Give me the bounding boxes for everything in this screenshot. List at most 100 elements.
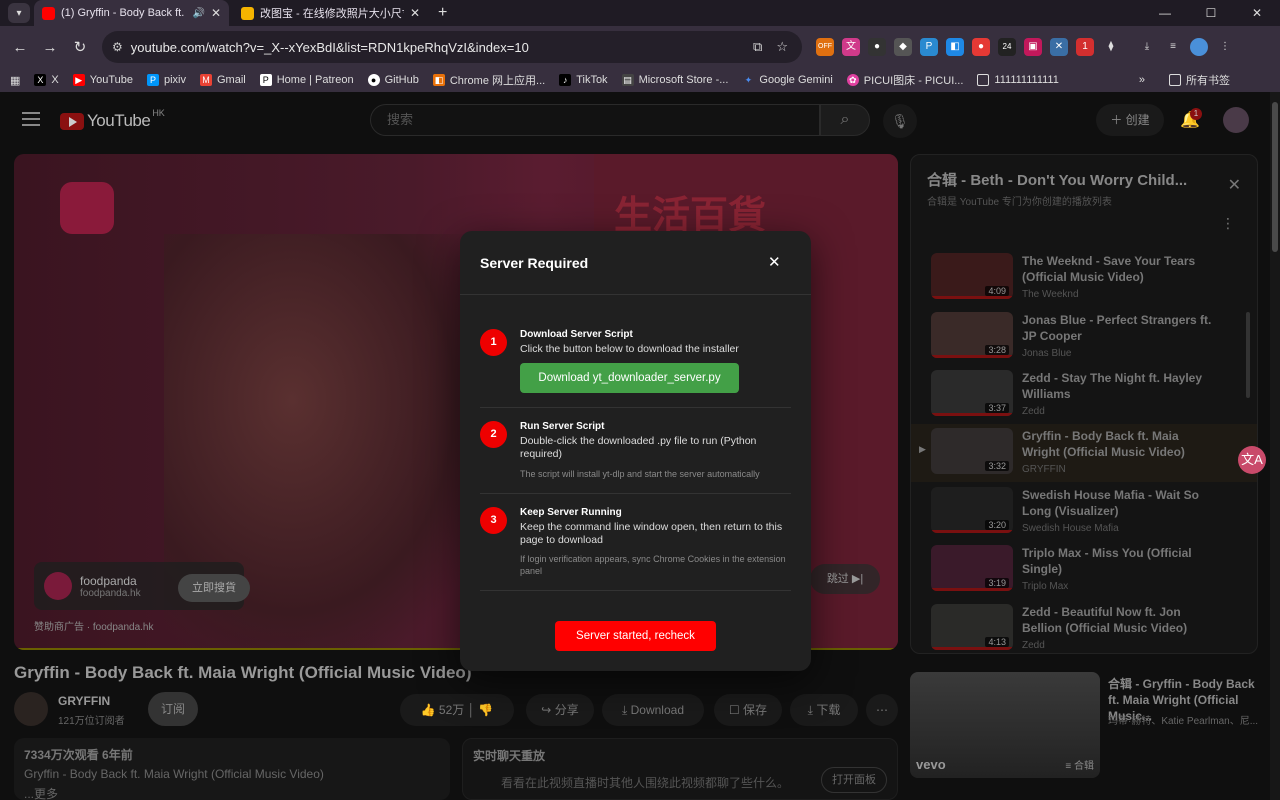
menu-dots-icon[interactable]: ⋮ <box>1216 38 1234 56</box>
maximize-icon[interactable]: ☐ <box>1188 0 1234 26</box>
notification-badge: 1 <box>1190 108 1202 120</box>
save-button[interactable]: ☐ 保存 <box>714 694 782 726</box>
back-arrow-icon[interactable]: ← <box>5 39 35 56</box>
recheck-server-button[interactable]: Server started, recheck <box>555 621 716 651</box>
playlist-item[interactable]: 4:13 Zedd - Beautiful Now ft. Jon Bellio… <box>911 600 1257 653</box>
site-info-icon[interactable]: ⚙ <box>112 40 123 54</box>
download-icon[interactable]: ⤓ <box>1138 38 1156 56</box>
bookmark-github[interactable]: ● GitHub <box>367 74 419 86</box>
search-input[interactable]: 搜索 <box>370 104 820 136</box>
extensions-puzzle-icon[interactable]: ⧫ <box>1102 38 1120 56</box>
channel-avatar[interactable] <box>14 692 48 726</box>
mix-badge: ≡ 合辑 <box>1065 761 1094 772</box>
speaker-icon[interactable]: 🔊 <box>192 8 204 19</box>
ext-ninja-icon[interactable]: ● <box>868 38 886 56</box>
bookmark-pixiv[interactable]: Ppixiv <box>146 74 186 86</box>
youtube-play-icon <box>60 112 84 130</box>
playlist-item[interactable]: 3:28 Jonas Blue - Perfect Strangers ft. … <box>911 308 1257 366</box>
bookmark-tiktok[interactable]: ♪ TikTok <box>559 74 608 86</box>
subscribe-button[interactable]: 订阅 <box>148 692 198 726</box>
tab-close-icon[interactable]: ✕ <box>211 6 221 20</box>
playlist-scrollbar[interactable] <box>1246 312 1250 398</box>
ext-record-icon[interactable]: ● <box>972 38 990 56</box>
address-bar[interactable]: ⚙ youtube.com/watch?v=_X--xYexBdI&list=R… <box>102 31 802 63</box>
ext-blue-icon[interactable]: ◧ <box>946 38 964 56</box>
forward-arrow-icon[interactable]: → <box>35 39 65 56</box>
tab-search-button[interactable]: ▾ <box>8 3 30 23</box>
ext-grid-icon[interactable]: ✕ <box>1050 38 1068 56</box>
ext-red-icon[interactable]: 1 <box>1076 38 1094 56</box>
step-number: 2 <box>480 421 507 448</box>
bookmark-x[interactable]: XX <box>34 74 59 86</box>
more-actions-icon[interactable]: ⋯ <box>866 694 898 726</box>
download-ext-button[interactable]: ⤓ Download <box>602 694 704 726</box>
tab-close-icon[interactable]: ✕ <box>410 6 420 20</box>
playlist-item-current[interactable]: ▶ 3:32 Gryffin - Body Back ft. Maia Wrig… <box>911 424 1257 482</box>
close-window-icon[interactable]: ✕ <box>1234 0 1280 26</box>
close-icon[interactable]: ✕ <box>1228 175 1241 195</box>
playlist-item[interactable]: 3:19 Triplo Max - Miss You (Official Sin… <box>911 541 1257 599</box>
x-logo-icon: X <box>34 74 47 86</box>
playlist-item[interactable]: 3:20 Swedish House Mafia - Wait So Long … <box>911 483 1257 541</box>
reload-icon[interactable]: ↻ <box>65 38 95 56</box>
url-text[interactable]: youtube.com/watch?v=_X--xYexBdI&list=RDN… <box>131 40 753 55</box>
install-app-icon[interactable]: ⧉ <box>753 39 762 55</box>
youtube-logo[interactable]: YouTube HK <box>60 108 165 131</box>
ext-off-icon[interactable]: OFF <box>816 38 834 56</box>
tab-gaitubao[interactable]: 改图宝 - 在线修改照片大小尺寸 ✕ <box>233 0 428 26</box>
description-box[interactable]: 7334万次观看 6年前 Gryffin - Body Back ft. Mai… <box>14 738 450 800</box>
share-button[interactable]: ↪ 分享 <box>526 694 594 726</box>
bookmark-gmail[interactable]: M Gmail <box>200 74 246 86</box>
ext-count-icon[interactable]: 24 <box>998 38 1016 56</box>
playlist-item[interactable]: 3:37 Zedd - Stay The Night ft. Hayley Wi… <box>911 366 1257 424</box>
ext-p-icon[interactable]: P <box>920 38 938 56</box>
playlist-item[interactable]: 4:09 The Weeknd - Save Your Tears (Offic… <box>911 249 1257 307</box>
open-panel-button[interactable]: 打开面板 <box>821 767 887 793</box>
bookmark-gemini[interactable]: ✦ Google Gemini <box>742 74 833 86</box>
video-thumbnail: 3:20 <box>931 487 1013 533</box>
translate-float-icon[interactable]: 文A <box>1238 446 1266 474</box>
menu-hamburger-icon[interactable] <box>22 112 40 126</box>
ext-shield-icon[interactable]: ◆ <box>894 38 912 56</box>
bookmark-patreon[interactable]: P Home | Patreon <box>259 74 354 86</box>
avatar[interactable] <box>1223 107 1249 133</box>
search-icon[interactable]: ⌕ <box>820 104 870 136</box>
all-bookmarks[interactable]: 所有书签 <box>1168 72 1230 88</box>
bookmark-ms-store[interactable]: ▤ Microsoft Store -... <box>621 74 728 86</box>
scrollbar-thumb[interactable] <box>1272 102 1278 252</box>
bookmark-folder[interactable]: 111111111111 <box>977 74 1059 86</box>
ad-cta-button[interactable]: 立即搜貨 <box>178 574 250 602</box>
bookmark-chrome-store[interactable]: ◧ Chrome 网上应用... <box>432 72 545 88</box>
bookmark-picui[interactable]: ✿ PICUI图床 - PICUI... <box>846 72 963 88</box>
ad-card[interactable]: foodpanda foodpanda.hk 立即搜貨 <box>34 562 250 610</box>
apps-grid-icon[interactable]: ▦ <box>10 74 20 87</box>
window-controls: — ☐ ✕ <box>1142 0 1280 26</box>
recommendation-item[interactable]: vevo ≡ 合辑 合辑 - Gryffin - Body Back ft. M… <box>910 672 1258 792</box>
tab-youtube[interactable]: (1) Gryffin - Body Back ft. Maia 🔊 ✕ <box>34 0 229 26</box>
bookmark-star-icon[interactable]: ☆ <box>776 39 788 55</box>
ext-tv-icon[interactable]: ▣ <box>1024 38 1042 56</box>
like-dislike-button[interactable]: 👍 52万 │ 👎 <box>400 694 514 726</box>
minimize-icon[interactable]: — <box>1142 0 1188 26</box>
playlist-item-title: The Weeknd - Save Your Tears (Official M… <box>1022 254 1196 284</box>
dialog-title: Server Required <box>480 255 589 271</box>
channel-name[interactable]: GRYFFIN <box>58 694 110 708</box>
create-button[interactable]: ＋ 创建 <box>1096 104 1164 136</box>
profile-icon[interactable] <box>1190 38 1208 56</box>
download-script-button[interactable]: Download yt_downloader_server.py <box>520 363 739 393</box>
media-control-icon[interactable]: ≡ <box>1164 38 1182 56</box>
skip-ad-button[interactable]: 跳过 ▶| <box>810 564 880 594</box>
page-scrollbar[interactable] <box>1270 92 1280 800</box>
ext-translate-icon[interactable]: 文 <box>842 38 860 56</box>
download-button[interactable]: ⤓ 下载 <box>790 694 858 726</box>
browser-toolbar: ← → ↻ ⚙ youtube.com/watch?v=_X--xYexBdI&… <box>0 26 1280 68</box>
description-line: Gryffin - Body Back ft. Maia Wright (Off… <box>24 767 324 781</box>
microphone-icon[interactable]: 🎙 <box>883 104 917 138</box>
close-icon[interactable]: ✕ <box>768 253 781 271</box>
extensions-row: OFF 文 ● ◆ P ◧ ● 24 ▣ ✕ 1 ⧫ ⤓ ≡ ⋮ <box>816 38 1234 56</box>
new-tab-button[interactable]: + <box>438 4 447 22</box>
more-vertical-icon[interactable]: ⋮ <box>1221 215 1235 232</box>
description-more[interactable]: ...更多 <box>24 785 440 800</box>
bookmark-youtube[interactable]: ▶ YouTube <box>72 74 133 86</box>
more-bookmarks-icon[interactable]: » <box>1139 74 1145 86</box>
